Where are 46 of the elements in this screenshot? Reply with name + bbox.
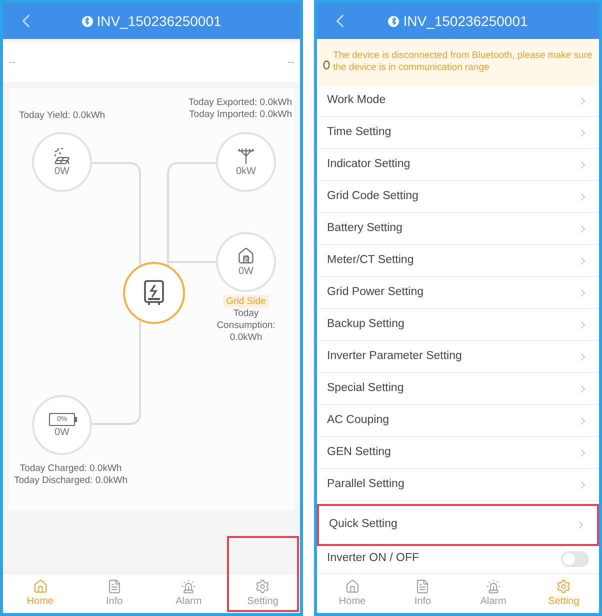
summary-value: -- (9, 56, 16, 70)
siren-icon (181, 578, 196, 594)
settings-item[interactable]: Inverter Parameter Setting (317, 341, 599, 373)
consumption-text: Today Consumption: 0.0kWh (216, 308, 276, 344)
power-reading: 0kW (236, 167, 256, 177)
grid-energy-text: Today Imported: 0.0kWh (188, 109, 292, 121)
settings-item[interactable]: Battery Setting (317, 213, 599, 245)
solar-panel-icon (53, 147, 71, 165)
settings-item[interactable]: Inverter ON / OFF (317, 546, 599, 572)
battery-energy-text: Today Discharged: 0.0kWh (14, 475, 128, 487)
toggle-switch[interactable] (561, 551, 589, 567)
settings-icon (255, 578, 270, 594)
yield-text: Today Yield: 0.0kWh (19, 110, 106, 122)
settings-item[interactable]: Meter/CT Setting (317, 245, 599, 277)
bluetooth-icon (82, 16, 93, 26)
settings-icon (556, 578, 572, 594)
grid-energy-text: Today Exported: 0.0kWh (188, 97, 292, 109)
house-icon (344, 578, 360, 594)
settings-item[interactable]: Quick Setting (317, 504, 599, 546)
device-title: INV_150236250001 (96, 12, 222, 31)
warning-text: The device is disconnected from Bluetooth, please make sure the device is in communication range (333, 50, 593, 74)
power-reading: 0W (54, 428, 70, 438)
settings-item[interactable]: Indicator Setting (317, 149, 599, 181)
settings-item[interactable]: Parallel Setting (317, 469, 599, 501)
settings-item[interactable]: Time Setting (317, 117, 599, 149)
settings-item[interactable]: Backup Setting (317, 309, 599, 341)
document-icon (106, 578, 122, 594)
settings-item[interactable]: Grid Power Setting (317, 277, 599, 309)
grid-side-tag: Grid Side (223, 295, 269, 308)
settings-item[interactable]: AC Couping (317, 405, 599, 437)
settings-item[interactable]: GEN Setting (317, 437, 599, 469)
battery-energy-text: Today Charged: 0.0kWh (18, 463, 123, 475)
settings-item[interactable]: Special Setting (317, 373, 599, 405)
settings-item[interactable]: Grid Code Setting (317, 181, 599, 213)
document-icon (415, 578, 430, 594)
house-icon (237, 247, 255, 265)
summary-value: -- (287, 56, 294, 70)
power-reading: 0W (238, 267, 254, 277)
settings-item[interactable]: Work Mode (317, 85, 599, 117)
siren-icon (486, 578, 501, 594)
device-title: INV_150236250001 (403, 12, 528, 31)
bluetooth-icon (388, 16, 400, 26)
power-tower-icon (237, 147, 255, 165)
inverter-icon (144, 280, 164, 306)
power-reading: 0W (54, 167, 70, 177)
house-icon (32, 578, 48, 594)
